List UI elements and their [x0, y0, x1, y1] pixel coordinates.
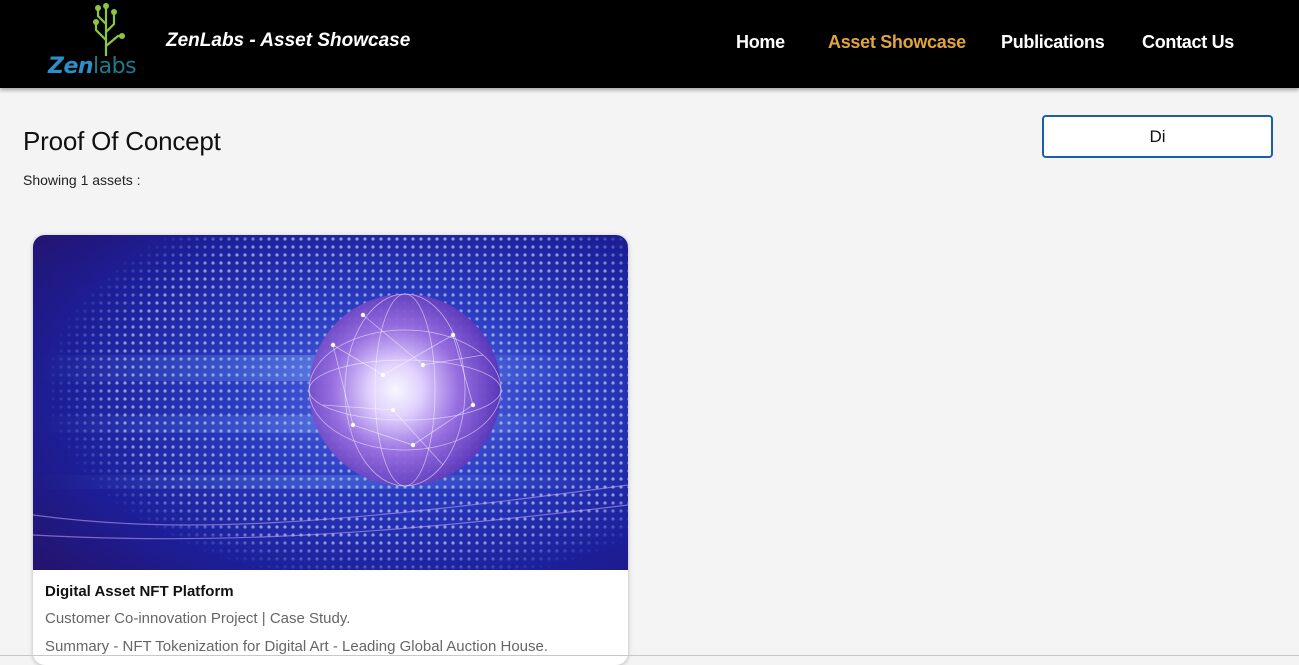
asset-card[interactable]: Digital Asset NFT Platform Customer Co-i… — [33, 235, 628, 665]
site-title: ZenLabs - Asset Showcase — [166, 30, 411, 51]
page-title: Proof Of Concept — [23, 126, 221, 156]
category-filter-select[interactable]: Di — [1042, 115, 1273, 158]
logo-text-labs: labs — [93, 54, 137, 79]
page-bottom-divider — [0, 655, 1299, 656]
card-summary: Summary - NFT Tokenization for Digital A… — [45, 638, 549, 655]
nav-link-home[interactable]: Home — [736, 32, 785, 53]
nav-link-contact-us[interactable]: Contact Us — [1142, 32, 1234, 53]
logo-wordmark: Zenlabs — [48, 54, 137, 80]
card-title[interactable]: Digital Asset NFT Platform — [45, 583, 234, 600]
logo-text-zen: Zen — [48, 54, 94, 79]
nav-link-publications[interactable]: Publications — [1001, 32, 1105, 53]
zenlabs-logo[interactable]: Zenlabs — [48, 2, 140, 82]
asset-count-text: Showing 1 assets : — [23, 172, 141, 188]
circuit-tree-icon — [93, 3, 125, 58]
top-navbar: Zenlabs ZenLabs - Asset Showcase Home As… — [0, 0, 1299, 88]
card-subtitle: Customer Co-innovation Project | Case St… — [45, 610, 351, 627]
nav-link-asset-showcase[interactable]: Asset Showcase — [828, 32, 966, 53]
glowing-network-sphere-image — [33, 235, 628, 570]
